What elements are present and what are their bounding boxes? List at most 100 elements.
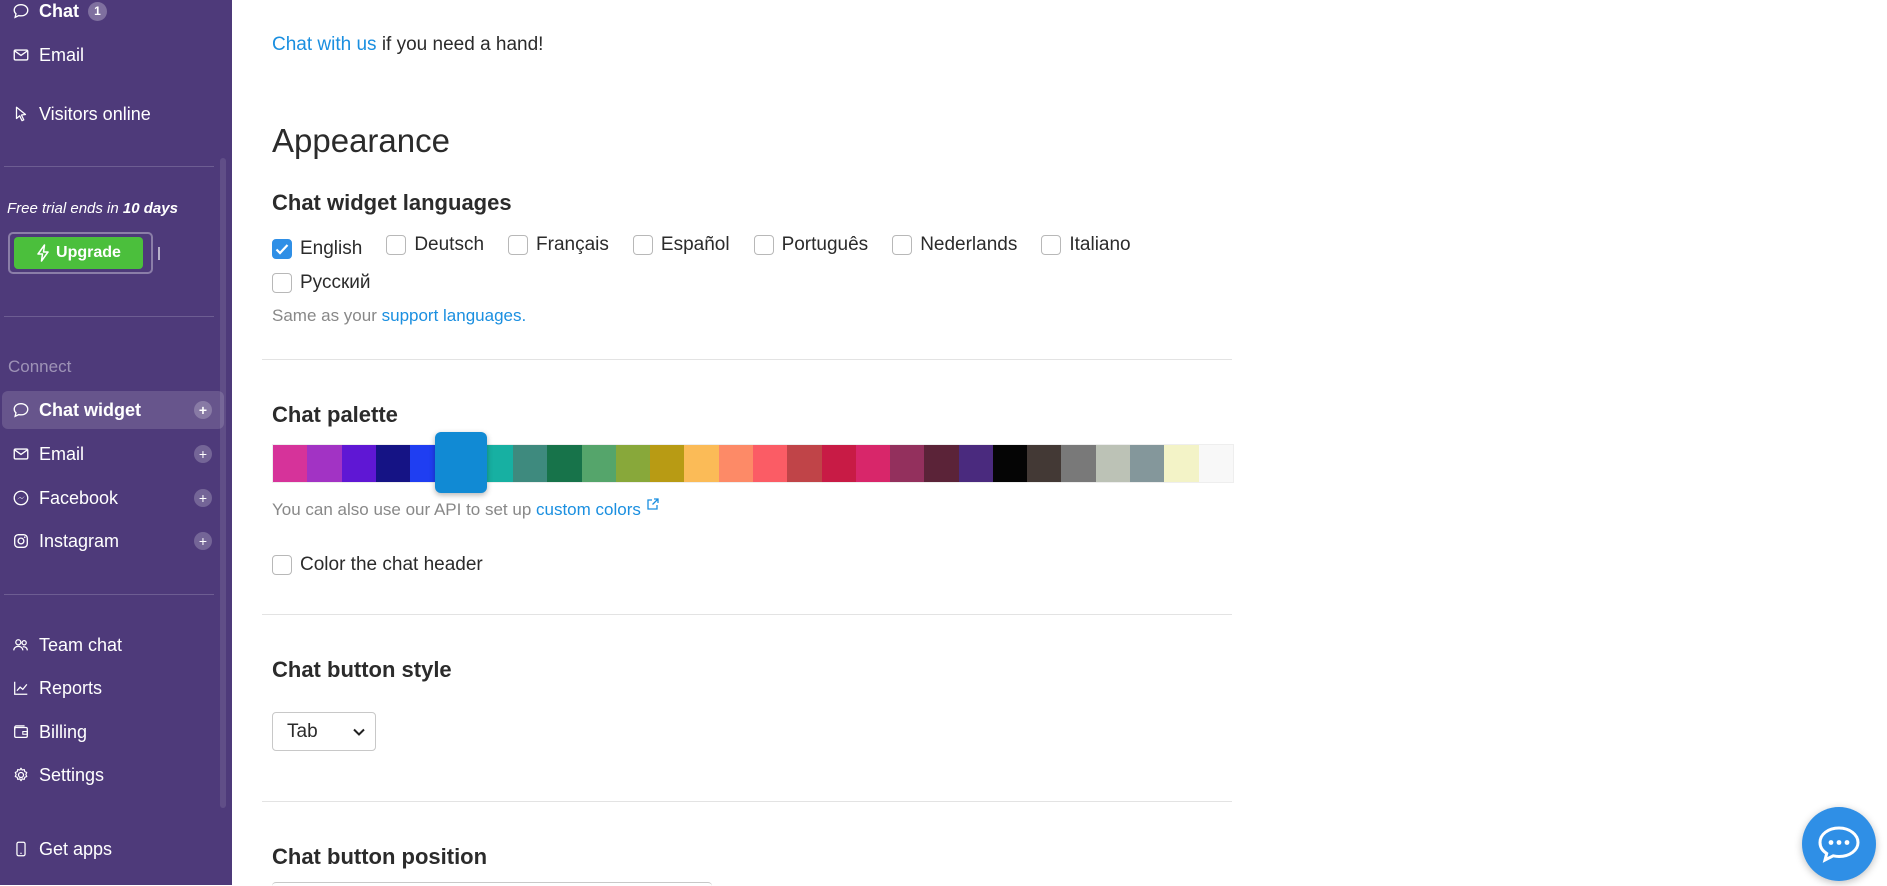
color-chat-header-option[interactable]: Color the chat header bbox=[272, 554, 483, 576]
unread-count-badge: 1 bbox=[88, 1, 107, 21]
checkbox[interactable] bbox=[1041, 235, 1062, 255]
language-label: Русский bbox=[300, 272, 371, 293]
add-facebook-button[interactable]: + bbox=[194, 489, 212, 507]
sidebar-item-billing[interactable]: Billing bbox=[2, 713, 224, 751]
color-swatch[interactable] bbox=[375, 445, 411, 482]
color-swatch[interactable] bbox=[890, 445, 925, 482]
sidebar-item-get-apps[interactable]: Get apps bbox=[2, 830, 224, 868]
external-link-icon[interactable] bbox=[646, 496, 660, 510]
color-swatch[interactable] bbox=[341, 445, 376, 482]
color-swatch[interactable] bbox=[1061, 445, 1096, 482]
color-swatch[interactable] bbox=[273, 445, 308, 482]
language-option-deutsch[interactable]: Deutsch bbox=[386, 232, 484, 258]
color-palette bbox=[272, 444, 1234, 483]
language-label: Nederlands bbox=[920, 234, 1018, 255]
sidebar-item-label: Instagram bbox=[39, 530, 120, 551]
trial-notice: Free trial ends in 10 days bbox=[7, 200, 178, 217]
language-option-english[interactable]: English bbox=[272, 236, 362, 262]
help-text: if you need a hand! bbox=[376, 34, 544, 55]
languages-heading: Chat widget languages bbox=[272, 190, 512, 215]
sidebar-item-settings[interactable]: Settings bbox=[2, 756, 224, 794]
sidebar-item-chat[interactable]: Chat 1 bbox=[2, 0, 224, 30]
checkbox[interactable] bbox=[508, 235, 529, 255]
palette-hint: You can also use our API to set up custo… bbox=[272, 496, 660, 520]
upgrade-button[interactable]: Upgrade bbox=[14, 237, 143, 269]
language-label: Français bbox=[536, 234, 609, 255]
checkbox[interactable] bbox=[272, 273, 292, 293]
sidebar-item-label: Facebook bbox=[39, 487, 119, 508]
section-label-connect: Connect bbox=[8, 357, 72, 376]
color-swatch[interactable] bbox=[787, 445, 822, 482]
language-option-nederlands[interactable]: Nederlands bbox=[892, 232, 1017, 258]
sidebar-item-chat-widget[interactable]: Chat widget + bbox=[2, 391, 224, 429]
color-swatch[interactable] bbox=[855, 445, 891, 482]
sidebar-item-label: Billing bbox=[39, 721, 88, 742]
language-option-francais[interactable]: Français bbox=[508, 232, 609, 258]
language-option-portugues[interactable]: Português bbox=[753, 232, 868, 258]
color-swatch[interactable] bbox=[650, 445, 685, 482]
color-swatch[interactable] bbox=[307, 445, 342, 482]
checkbox[interactable] bbox=[632, 235, 653, 255]
sidebar-item-label: Get apps bbox=[39, 838, 113, 859]
upgrade-label: Upgrade bbox=[56, 244, 121, 261]
chat-launcher-button[interactable] bbox=[1802, 807, 1876, 881]
lightning-icon bbox=[36, 244, 50, 262]
support-languages-link[interactable]: support languages bbox=[382, 306, 522, 325]
color-swatch[interactable] bbox=[615, 445, 651, 482]
sidebar-item-email-channel[interactable]: Email + bbox=[2, 435, 224, 473]
color-swatch[interactable] bbox=[512, 445, 548, 482]
add-instagram-button[interactable]: + bbox=[194, 532, 212, 550]
checkbox[interactable] bbox=[753, 235, 774, 255]
color-swatch[interactable] bbox=[1130, 445, 1165, 482]
sidebar-item-email[interactable]: Email bbox=[2, 36, 224, 74]
envelope-icon bbox=[12, 46, 30, 64]
language-option-italiano[interactable]: Italiano bbox=[1041, 232, 1131, 258]
color-swatch[interactable] bbox=[924, 445, 959, 482]
language-option-russian[interactable]: Русский bbox=[272, 270, 371, 296]
chevron-down-icon bbox=[353, 728, 365, 736]
color-swatch[interactable] bbox=[752, 445, 788, 482]
color-swatch[interactable] bbox=[821, 445, 856, 482]
sidebar-item-label: Email bbox=[39, 443, 85, 464]
button-position-select[interactable] bbox=[272, 882, 712, 886]
language-label: Español bbox=[660, 234, 730, 255]
color-swatch[interactable] bbox=[581, 445, 616, 482]
sidebar-item-label: Email bbox=[39, 44, 85, 65]
hint-period: . bbox=[521, 306, 527, 325]
button-position-heading: Chat button position bbox=[272, 844, 488, 869]
color-swatch[interactable] bbox=[1027, 445, 1062, 482]
cursor-icon bbox=[12, 105, 30, 123]
add-chat-widget-button[interactable]: + bbox=[194, 401, 212, 419]
gear-icon bbox=[12, 766, 30, 784]
color-swatch[interactable] bbox=[718, 445, 753, 482]
sidebar-item-facebook[interactable]: Facebook + bbox=[2, 479, 224, 517]
checkbox-checked[interactable] bbox=[272, 239, 292, 259]
color-swatch[interactable] bbox=[1095, 445, 1131, 482]
sidebar-item-label: Team chat bbox=[39, 634, 123, 655]
section-divider bbox=[262, 801, 1232, 802]
button-style-select[interactable]: Tab bbox=[272, 712, 376, 751]
selected-color-swatch[interactable] bbox=[434, 432, 487, 493]
messenger-icon bbox=[12, 489, 30, 507]
button-style-heading: Chat button style bbox=[272, 657, 452, 682]
color-swatch[interactable] bbox=[1198, 445, 1233, 482]
checkbox[interactable] bbox=[386, 235, 407, 255]
sidebar-item-team-chat[interactable]: Team chat bbox=[2, 626, 224, 664]
sidebar-item-instagram[interactable]: Instagram + bbox=[2, 522, 224, 560]
color-swatch[interactable] bbox=[958, 445, 993, 482]
add-email-button[interactable]: + bbox=[194, 445, 212, 463]
color-swatch[interactable] bbox=[547, 445, 582, 482]
custom-colors-link[interactable]: custom colors bbox=[536, 500, 641, 519]
sidebar-item-visitors-online[interactable]: Visitors online bbox=[2, 95, 224, 133]
chat-with-us-link[interactable]: Chat with us bbox=[272, 34, 377, 55]
color-swatch[interactable] bbox=[992, 445, 1028, 482]
color-swatch[interactable] bbox=[684, 445, 719, 482]
language-option-espanol[interactable]: Español bbox=[632, 232, 730, 258]
color-swatch[interactable] bbox=[1164, 445, 1199, 482]
sidebar-divider bbox=[4, 316, 214, 317]
sidebar-item-label: Visitors online bbox=[39, 103, 151, 124]
chat-bubble-icon bbox=[12, 401, 30, 419]
sidebar-item-reports[interactable]: Reports bbox=[2, 669, 224, 707]
checkbox[interactable] bbox=[892, 235, 913, 255]
checkbox[interactable] bbox=[272, 555, 292, 575]
